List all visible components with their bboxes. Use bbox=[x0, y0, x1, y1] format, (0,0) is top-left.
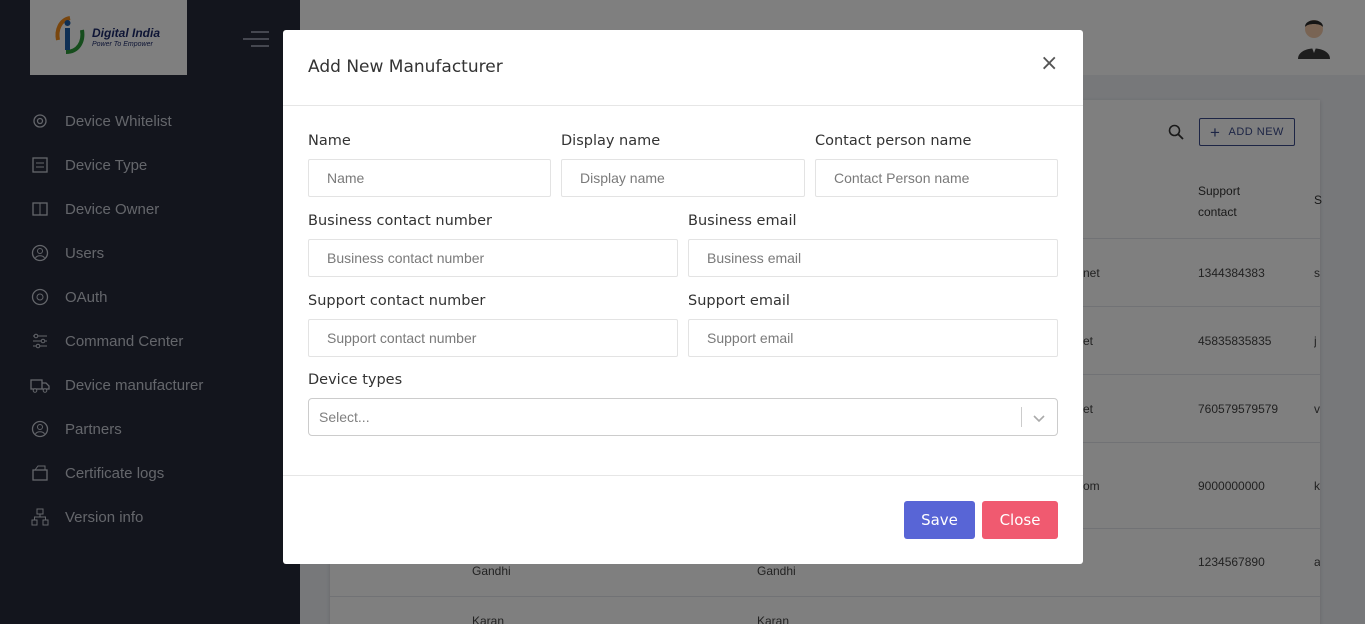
support-email-label: Support email bbox=[688, 293, 790, 309]
contact-person-label: Contact person name bbox=[815, 133, 972, 149]
device-types-label: Device types bbox=[308, 372, 403, 388]
name-label: Name bbox=[308, 133, 351, 149]
add-manufacturer-modal: Add New Manufacturer × Name Display name… bbox=[283, 30, 1083, 564]
close-button[interactable]: Close bbox=[982, 501, 1058, 539]
contact-person-input[interactable] bbox=[815, 159, 1058, 197]
close-icon[interactable]: × bbox=[1040, 53, 1058, 75]
save-button[interactable]: Save bbox=[904, 501, 975, 539]
select-separator bbox=[1021, 407, 1022, 427]
name-input[interactable] bbox=[308, 159, 551, 197]
business-contact-label: Business contact number bbox=[308, 213, 493, 229]
select-placeholder: Select... bbox=[319, 409, 370, 425]
display-name-input[interactable] bbox=[561, 159, 805, 197]
modal-title: Add New Manufacturer bbox=[308, 57, 503, 77]
modal-footer-divider bbox=[283, 475, 1083, 476]
display-name-label: Display name bbox=[561, 133, 661, 149]
device-types-select[interactable]: Select... bbox=[308, 398, 1058, 436]
support-contact-label: Support contact number bbox=[308, 293, 486, 309]
support-contact-input[interactable] bbox=[308, 319, 678, 357]
business-email-label: Business email bbox=[688, 213, 797, 229]
modal-header: Add New Manufacturer × bbox=[283, 30, 1083, 106]
business-contact-input[interactable] bbox=[308, 239, 678, 277]
support-email-input[interactable] bbox=[688, 319, 1058, 357]
business-email-input[interactable] bbox=[688, 239, 1058, 277]
chevron-down-icon[interactable] bbox=[1031, 410, 1047, 426]
